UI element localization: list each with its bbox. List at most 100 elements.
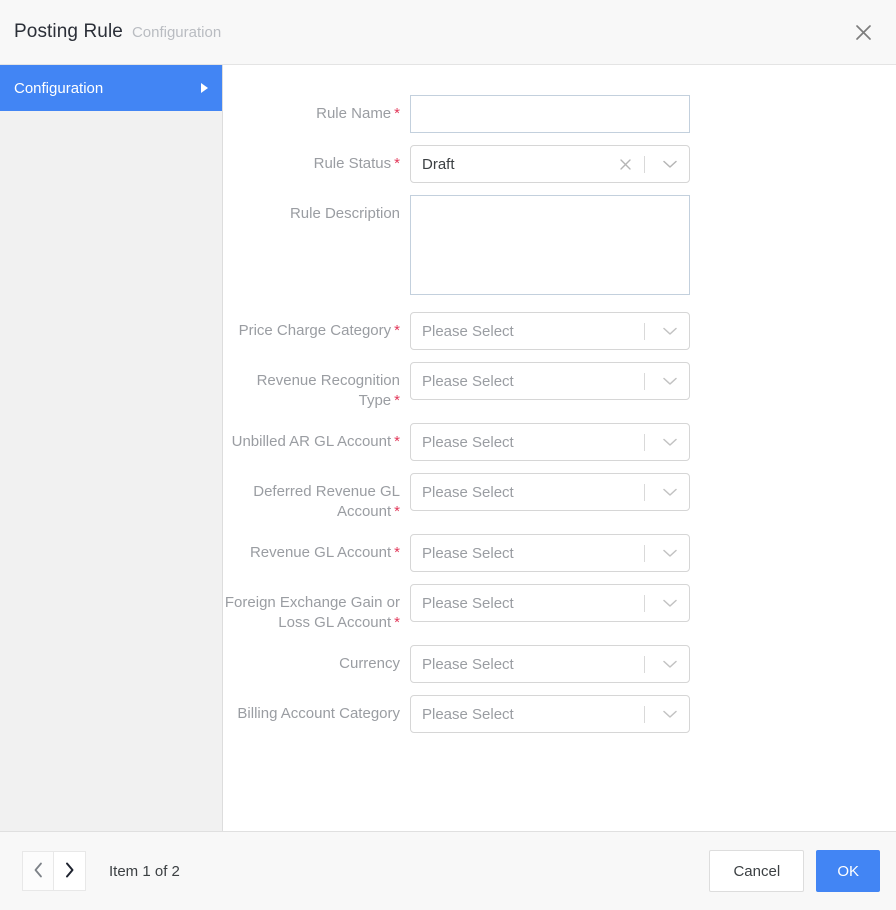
- field-control-revenue-gl-account: Please Select: [410, 534, 690, 572]
- field-label-currency: Currency: [223, 645, 410, 674]
- billing-account-category-value: Please Select: [422, 705, 514, 723]
- close-icon[interactable]: [846, 15, 880, 49]
- cancel-button[interactable]: Cancel: [709, 850, 805, 892]
- required-indicator: *: [394, 392, 400, 409]
- field-row-rule-status: Rule Status * Draft: [223, 145, 896, 183]
- label-text: Billing Account Category: [237, 705, 400, 722]
- dialog-footer: Item 1 of 2 Cancel OK: [0, 831, 896, 910]
- chevron-down-icon[interactable]: [655, 549, 689, 558]
- label-text: Rule Description: [289, 205, 400, 222]
- field-control-revenue-recognition-type: Please Select: [410, 362, 690, 400]
- chevron-down-icon[interactable]: [655, 660, 689, 669]
- select-separator: [644, 433, 645, 451]
- chevron-down-icon[interactable]: [655, 160, 689, 169]
- label-text: Foreign Exchange Gain or Loss GL Account: [224, 594, 400, 631]
- deferred-revenue-gl-account-value: Please Select: [422, 483, 514, 501]
- sidebar-item-configuration[interactable]: Configuration: [0, 65, 222, 111]
- field-row-deferred-revenue-gl-account: Deferred Revenue GL Account * Please Sele…: [223, 473, 896, 522]
- label-text: Deferred Revenue GL Account: [253, 483, 400, 520]
- required-indicator: *: [394, 614, 400, 631]
- field-control-price-charge-category: Please Select: [410, 312, 690, 350]
- select-separator: [644, 705, 645, 723]
- label-text: Price Charge Category: [238, 322, 392, 339]
- field-label-revenue-recognition-type: Revenue Recognition Type *: [223, 362, 410, 411]
- select-separator: [644, 655, 645, 673]
- required-indicator: *: [394, 322, 400, 339]
- chevron-down-icon[interactable]: [655, 710, 689, 719]
- revenue-gl-account-select[interactable]: Please Select: [410, 534, 690, 572]
- currency-value: Please Select: [422, 655, 514, 673]
- label-text: Currency: [339, 655, 400, 672]
- field-control-unbilled-ar-gl-account: Please Select: [410, 423, 690, 461]
- field-label-rule-status: Rule Status *: [223, 145, 410, 174]
- price-charge-category-value: Please Select: [422, 322, 514, 340]
- field-row-unbilled-ar-gl-account: Unbilled AR GL Account * Please Select: [223, 423, 896, 461]
- field-row-rule-description: Rule Description: [223, 195, 896, 300]
- chevron-down-icon[interactable]: [655, 488, 689, 497]
- field-row-revenue-gl-account: Revenue GL Account * Please Select: [223, 534, 896, 572]
- label-text: Rule Status: [313, 155, 392, 172]
- chevron-right-icon: [64, 862, 75, 881]
- field-row-currency: Currency Please Select: [223, 645, 896, 683]
- sidebar-item-label: Configuration: [14, 79, 104, 97]
- unbilled-ar-gl-account-value: Please Select: [422, 433, 514, 451]
- label-text: Revenue GL Account: [249, 544, 392, 561]
- header-titles: Posting Rule Configuration: [0, 21, 221, 43]
- currency-select[interactable]: Please Select: [410, 645, 690, 683]
- select-separator: [644, 372, 645, 390]
- field-label-billing-account-category: Billing Account Category: [223, 695, 410, 724]
- revenue-recognition-type-select[interactable]: Please Select: [410, 362, 690, 400]
- field-control-currency: Please Select: [410, 645, 690, 683]
- revenue-gl-account-value: Please Select: [422, 544, 514, 562]
- required-indicator: *: [394, 544, 400, 561]
- ok-button[interactable]: OK: [816, 850, 880, 892]
- item-counter: Item 1 of 2: [109, 862, 180, 880]
- label-text: Rule Name: [316, 105, 392, 122]
- triangle-right-icon: [201, 83, 208, 93]
- label-text: Unbilled AR GL Account: [231, 433, 392, 450]
- rule-status-select[interactable]: Draft: [410, 145, 690, 183]
- select-separator: [644, 544, 645, 562]
- unbilled-ar-gl-account-select[interactable]: Please Select: [410, 423, 690, 461]
- field-label-revenue-gl-account: Revenue GL Account *: [223, 534, 410, 563]
- rule-description-textarea[interactable]: [410, 195, 690, 295]
- select-separator: [644, 322, 645, 340]
- next-item-button[interactable]: [54, 851, 86, 891]
- billing-account-category-select[interactable]: Please Select: [410, 695, 690, 733]
- field-label-foreign-exchange-gain-or-loss-gl-account: Foreign Exchange Gain or Loss GL Account…: [223, 584, 410, 633]
- required-indicator: *: [394, 433, 400, 450]
- field-label-unbilled-ar-gl-account: Unbilled AR GL Account *: [223, 423, 410, 452]
- rule-status-value: Draft: [422, 155, 455, 173]
- previous-item-button[interactable]: [22, 851, 54, 891]
- select-separator: [644, 594, 645, 612]
- field-control-foreign-exchange-gain-or-loss-gl-account: Please Select: [410, 584, 690, 622]
- select-separator: [644, 483, 645, 501]
- foreign-exchange-gain-or-loss-gl-account-select[interactable]: Please Select: [410, 584, 690, 622]
- record-pager: Item 1 of 2: [22, 851, 180, 891]
- clear-x-icon[interactable]: [614, 158, 636, 171]
- field-control-rule-status: Draft: [410, 145, 690, 183]
- rule-name-input[interactable]: [410, 95, 690, 133]
- field-row-price-charge-category: Price Charge Category * Please Select: [223, 312, 896, 350]
- chevron-left-icon: [33, 862, 44, 881]
- field-control-billing-account-category: Please Select: [410, 695, 690, 733]
- dialog-header: Posting Rule Configuration: [0, 0, 896, 65]
- field-control-rule-description: [410, 195, 690, 300]
- configuration-form: Rule Name * Rule Status * Draft Rule Des…: [223, 65, 896, 831]
- deferred-revenue-gl-account-select[interactable]: Please Select: [410, 473, 690, 511]
- price-charge-category-select[interactable]: Please Select: [410, 312, 690, 350]
- required-indicator: *: [394, 155, 400, 172]
- chevron-down-icon[interactable]: [655, 377, 689, 386]
- foreign-exchange-gain-or-loss-gl-account-value: Please Select: [422, 594, 514, 612]
- field-row-billing-account-category: Billing Account Category Please Select: [223, 695, 896, 733]
- page-title: Posting Rule: [14, 21, 123, 42]
- field-label-deferred-revenue-gl-account: Deferred Revenue GL Account *: [223, 473, 410, 522]
- chevron-down-icon[interactable]: [655, 438, 689, 447]
- chevron-down-icon[interactable]: [655, 327, 689, 336]
- page-subtitle: Configuration: [131, 24, 222, 41]
- chevron-down-icon[interactable]: [655, 599, 689, 608]
- label-text: Revenue Recognition Type: [256, 372, 400, 409]
- required-indicator: *: [394, 503, 400, 520]
- field-control-deferred-revenue-gl-account: Please Select: [410, 473, 690, 511]
- field-row-foreign-exchange-gain-or-loss-gl-account: Foreign Exchange Gain or Loss GL Account…: [223, 584, 896, 633]
